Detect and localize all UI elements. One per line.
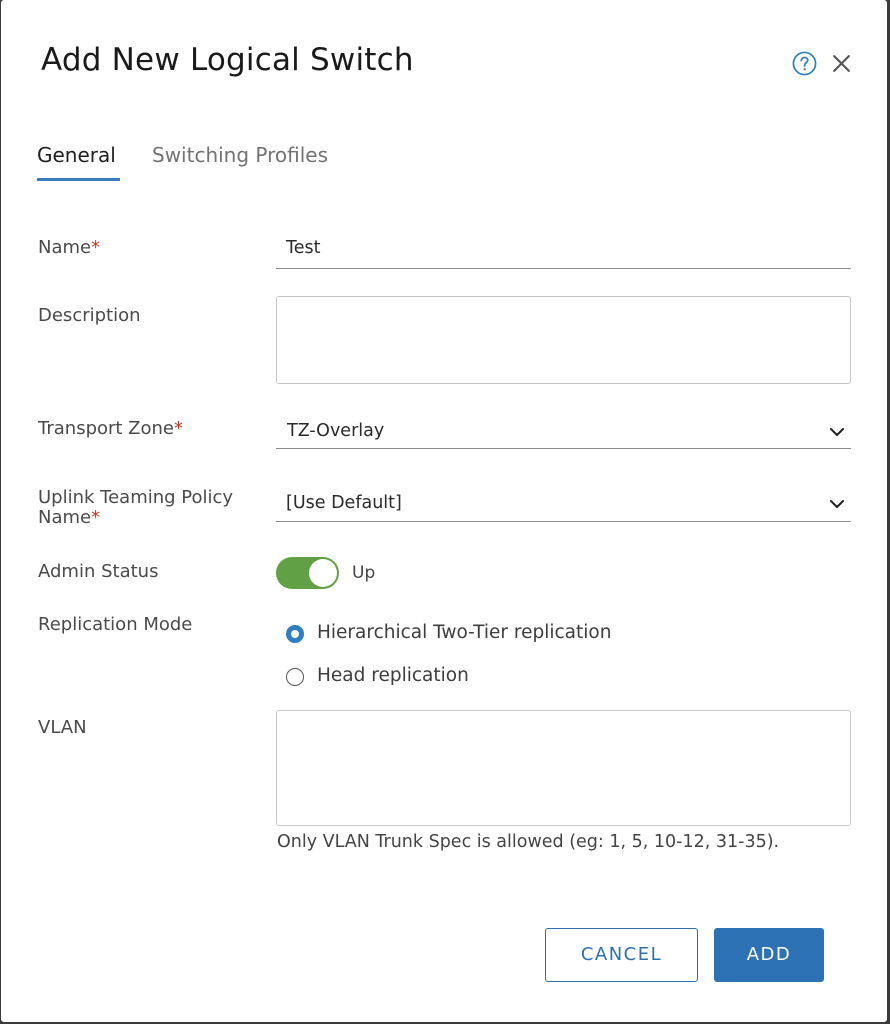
name-label: Name* bbox=[38, 237, 100, 258]
uplink-teaming-label-line2-wrap: Name* bbox=[38, 507, 233, 528]
admin-status-state: Up bbox=[352, 563, 376, 583]
required-marker: * bbox=[91, 237, 101, 258]
vlan-hint: Only VLAN Trunk Spec is allowed (eg: 1, … bbox=[277, 832, 780, 852]
add-button[interactable]: ADD bbox=[714, 928, 824, 982]
dialog-title: Add New Logical Switch bbox=[41, 42, 414, 78]
name-input-value: Test bbox=[286, 238, 321, 258]
required-marker: * bbox=[174, 418, 184, 439]
radio-button-checked[interactable] bbox=[286, 625, 304, 643]
chevron-down-icon bbox=[830, 428, 844, 436]
uplink-teaming-value: [Use Default] bbox=[286, 493, 402, 513]
vlan-textarea[interactable] bbox=[276, 710, 851, 826]
admin-status-label: Admin Status bbox=[38, 561, 159, 582]
uplink-teaming-label-line2: Name bbox=[38, 507, 92, 528]
tab-switching-profiles[interactable]: Switching Profiles bbox=[152, 143, 328, 167]
uplink-teaming-label: Uplink Teaming Policy Name* bbox=[38, 487, 233, 528]
radio-label: Head replication bbox=[317, 665, 469, 686]
cancel-button[interactable]: CANCEL bbox=[545, 928, 698, 982]
transport-zone-label-text: Transport Zone bbox=[38, 418, 175, 439]
radio-button-unchecked[interactable] bbox=[286, 668, 304, 686]
tab-general[interactable]: General bbox=[37, 143, 116, 167]
radio-label: Hierarchical Two-Tier replication bbox=[317, 622, 612, 643]
admin-status-toggle[interactable] bbox=[276, 557, 339, 589]
close-icon[interactable] bbox=[831, 53, 852, 74]
description-label: Description bbox=[38, 305, 141, 326]
toggle-knob bbox=[309, 559, 337, 587]
chevron-down-icon bbox=[830, 500, 844, 508]
uplink-teaming-select[interactable]: [Use Default] bbox=[276, 493, 851, 522]
description-textarea[interactable] bbox=[276, 296, 851, 384]
transport-zone-select[interactable]: TZ-Overlay bbox=[276, 421, 851, 449]
transport-zone-value: TZ-Overlay bbox=[287, 421, 385, 441]
required-marker: * bbox=[91, 507, 101, 528]
add-logical-switch-dialog: Add New Logical Switch General Switching… bbox=[1, 0, 887, 1022]
active-tab-indicator bbox=[37, 178, 120, 181]
transport-zone-label: Transport Zone* bbox=[38, 418, 183, 439]
name-label-text: Name bbox=[38, 237, 92, 258]
name-input[interactable]: Test bbox=[276, 238, 851, 269]
vlan-label: VLAN bbox=[38, 717, 87, 738]
uplink-teaming-label-line1: Uplink Teaming Policy bbox=[38, 487, 234, 508]
help-circle-icon[interactable] bbox=[792, 51, 817, 76]
replication-mode-label: Replication Mode bbox=[38, 614, 193, 635]
